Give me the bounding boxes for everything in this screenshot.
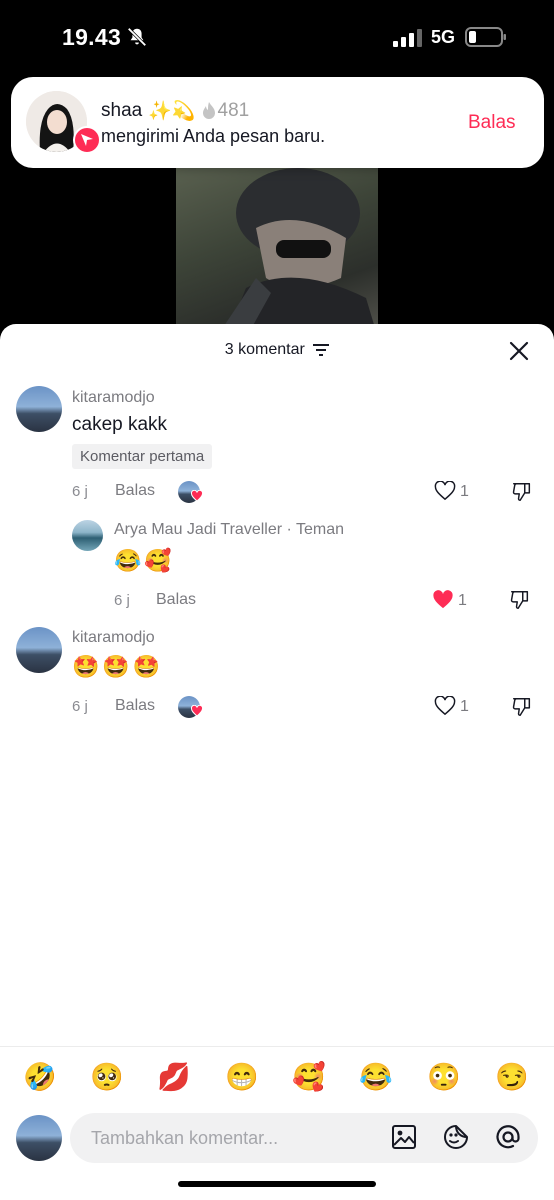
- emoji-button[interactable]: 🥰: [291, 1061, 327, 1093]
- comment-time: 6 j: [72, 698, 88, 715]
- sender-stat-count: 481: [217, 100, 250, 121]
- network-type: 5G: [431, 27, 456, 47]
- heart-icon[interactable]: [434, 481, 456, 501]
- status-time: 19.43: [62, 24, 122, 50]
- reply-button[interactable]: Balas: [115, 697, 155, 715]
- notification-reply-button[interactable]: Balas: [468, 112, 516, 134]
- commenter-avatar[interactable]: [16, 627, 62, 673]
- comment-time: 6 j: [114, 592, 130, 609]
- sender-name-emojis: ✨💫: [148, 101, 196, 122]
- dislike-icon[interactable]: [509, 589, 531, 611]
- sender-stat: 481: [202, 100, 250, 122]
- emoji-button[interactable]: 😁: [224, 1061, 260, 1093]
- dislike-icon[interactable]: [511, 481, 533, 503]
- creator-liked-heart-icon: [191, 490, 203, 502]
- video-subject-image: [216, 168, 378, 338]
- close-icon[interactable]: [508, 340, 530, 362]
- message-notification[interactable]: shaa ✨💫 481 mengirimi Anda pesan baru. B…: [11, 77, 544, 168]
- comment-input-row: [0, 1110, 554, 1164]
- commenter-username[interactable]: kitaramodjo: [72, 389, 155, 407]
- like-count: 1: [460, 698, 469, 715]
- my-avatar: [16, 1115, 62, 1161]
- comment-count-title[interactable]: 3 komentar: [0, 341, 554, 359]
- direct-message-badge-icon: [73, 126, 101, 154]
- signal-icon: [393, 29, 422, 47]
- bell-off-icon: [127, 27, 147, 47]
- status-bar: 19.43 5G: [0, 0, 554, 76]
- commenter-username[interactable]: kitaramodjo: [72, 629, 155, 647]
- like-count: 1: [460, 483, 469, 500]
- comment-sheet-header: 3 komentar: [0, 324, 554, 376]
- emoji-button[interactable]: 💋: [156, 1061, 192, 1093]
- reply-button[interactable]: Balas: [156, 591, 196, 609]
- commenter-avatar[interactable]: [72, 520, 103, 551]
- emoji-button[interactable]: 🤣: [22, 1061, 58, 1093]
- like-count: 1: [458, 592, 467, 609]
- reply-button[interactable]: Balas: [115, 482, 155, 500]
- emoji-quick-bar: 🤣 🥺 💋 😁 🥰 😂 😳 😏: [0, 1046, 554, 1108]
- heart-filled-icon[interactable]: [432, 590, 454, 610]
- commenter-avatar[interactable]: [16, 386, 62, 432]
- emoji-button[interactable]: 😳: [426, 1061, 462, 1093]
- dislike-icon[interactable]: [511, 696, 533, 718]
- comment-time: 6 j: [72, 483, 88, 500]
- comment-sheet: 3 komentar kitaramodjo cakep kakk Koment…: [0, 324, 554, 1200]
- image-icon[interactable]: [390, 1123, 418, 1151]
- first-comment-badge: Komentar pertama: [72, 444, 213, 469]
- notification-header: shaa ✨💫 481: [101, 99, 249, 123]
- mention-icon[interactable]: [494, 1123, 522, 1151]
- notification-message: mengirimi Anda pesan baru.: [101, 126, 326, 146]
- comment-text: cakep kakk: [72, 414, 168, 435]
- comment-text: 🤩🤩🤩: [72, 654, 164, 679]
- sender-name: shaa: [101, 100, 143, 121]
- comment-count-label: 3 komentar: [224, 341, 305, 358]
- video-thumbnail: [176, 168, 378, 338]
- emoji-button[interactable]: 😂: [358, 1061, 394, 1093]
- battery-icon: [465, 27, 506, 47]
- sort-filter-icon: [313, 343, 330, 356]
- home-indicator[interactable]: [178, 1181, 376, 1187]
- sticker-emoji-icon[interactable]: [442, 1123, 470, 1151]
- comment-text: 😂🥰: [114, 548, 175, 573]
- creator-liked-heart-icon: [191, 705, 203, 717]
- emoji-button[interactable]: 🥺: [89, 1061, 125, 1093]
- flame-icon: [202, 102, 215, 119]
- emoji-button[interactable]: 😏: [494, 1061, 530, 1093]
- commenter-username[interactable]: Arya Mau Jadi Traveller · Teman: [114, 521, 344, 539]
- heart-icon[interactable]: [434, 696, 456, 716]
